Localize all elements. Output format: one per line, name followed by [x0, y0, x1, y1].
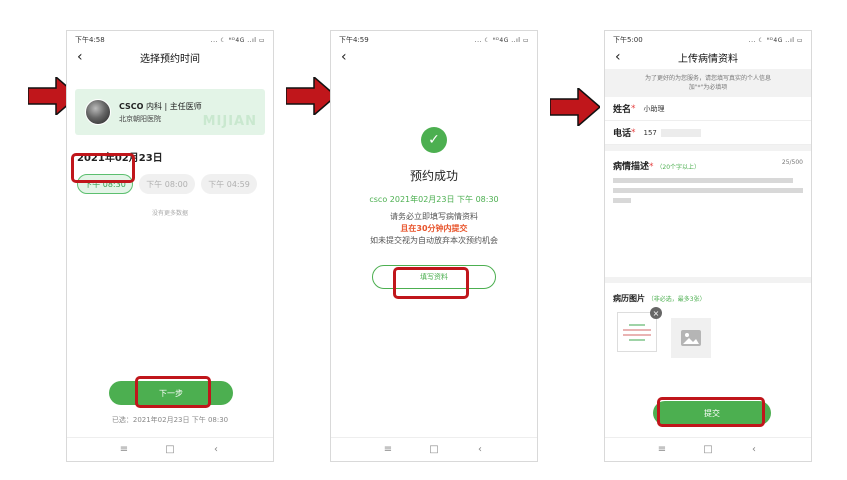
back-nav-icon[interactable]: ‹ [211, 444, 221, 455]
doctor-info: CSCO 内科 | 主任医师 北京朝阳医院 [119, 101, 202, 124]
highlight-box [135, 376, 211, 408]
remove-photo-icon[interactable]: × [650, 307, 662, 319]
status-bar: 下午4:58 ... ☾ ᴴᴰ4G ..ıl ▭ [67, 33, 273, 47]
name-value: 小助理 [643, 104, 665, 113]
status-time: 下午4:59 [339, 36, 369, 44]
menu-icon[interactable]: ≡ [383, 444, 393, 455]
status-time: 下午5:00 [613, 36, 643, 44]
photos-section: 病历图片 （非必选，最多3张） [613, 294, 706, 303]
photo-thumbnail[interactable]: × [617, 307, 662, 352]
phone-screen-booking-success: 下午4:59 ... ☾ ᴴᴰ4G ..ıl ▭ ‹ ✓ 预约成功 csco 2… [330, 30, 538, 462]
title-bar: ‹ 选择预约时间 [67, 47, 273, 67]
status-icons: ... ☾ ᴴᴰ4G ..ıl ▭ [474, 36, 529, 44]
phone-screen-upload-info: 下午5:00 ... ☾ ᴴᴰ4G ..ıl ▭ ‹ 上传病情资料 为了更好的为… [604, 30, 812, 462]
info-tip: 为了更好的为您服务，请您填写真实的个人信息 加"*"为必填项 [605, 69, 811, 97]
redacted-block [660, 128, 701, 137]
title-bar: ‹ [331, 47, 537, 67]
highlight-box [657, 397, 765, 427]
notice-text: 请务必立即填写病情资料 [390, 212, 478, 221]
menu-icon[interactable]: ≡ [119, 444, 129, 455]
success-title: 预约成功 [409, 169, 458, 183]
page-title: 上传病情资料 [678, 53, 738, 65]
phone-value: 157 [643, 128, 657, 137]
title-bar: ‹ 上传病情资料 [605, 47, 811, 67]
back-icon[interactable]: ‹ [341, 47, 347, 67]
status-bar: 下午5:00 ... ☾ ᴴᴰ4G ..ıl ▭ [605, 33, 811, 47]
success-check-icon: ✓ [421, 127, 447, 153]
add-photo-button[interactable] [671, 318, 711, 358]
menu-icon[interactable]: ≡ [657, 444, 667, 455]
name-field[interactable]: 姓名 * 小助理 [605, 97, 811, 121]
doctor-card: CSCO 内科 | 主任医师 北京朝阳医院 MIJIAN [75, 89, 265, 135]
warning-text: 如未提交视为自动放弃本次预约机会 [370, 236, 498, 245]
highlight-box [71, 153, 135, 183]
status-time: 下午4:58 [75, 36, 105, 44]
status-icons: ... ☾ ᴴᴰ4G ..ıl ▭ [748, 36, 803, 44]
char-count: 25/500 [781, 159, 803, 166]
avatar [85, 99, 111, 125]
system-nav-bar: ≡ □ ‹ [605, 437, 811, 461]
description-field[interactable]: 病情描述* （20个字以上） 25/500 [605, 151, 811, 277]
system-nav-bar: ≡ □ ‹ [67, 437, 273, 461]
back-icon[interactable]: ‹ [615, 47, 621, 67]
doctor-name: CSCO [119, 101, 144, 111]
page-title: 选择预约时间 [140, 53, 200, 65]
doctor-dept: 内科 | 主任医师 [146, 101, 202, 111]
no-more-data-text: 没有更多数据 [151, 210, 188, 217]
watermark: MIJIAN [202, 114, 257, 129]
appointment-info: csco 2021年02月23日 下午 08:30 [369, 195, 499, 204]
deadline-notice: 且在30分钟内提交 [400, 224, 468, 233]
arrow-right-icon [550, 88, 600, 126]
phone-field[interactable]: 电话 * 157 [605, 121, 811, 145]
back-nav-icon[interactable]: ‹ [475, 444, 485, 455]
time-slot[interactable]: 下午 08:00 [139, 174, 195, 194]
doctor-hospital: 北京朝阳医院 [119, 114, 161, 123]
image-icon [681, 330, 701, 346]
home-icon[interactable]: □ [429, 444, 439, 455]
system-nav-bar: ≡ □ ‹ [331, 437, 537, 461]
arrow-right-icon [286, 77, 336, 115]
selected-time-text: 已选：2021年02月23日 下午 08:30 [111, 416, 229, 424]
home-icon[interactable]: □ [165, 444, 175, 455]
status-icons: ... ☾ ᴴᴰ4G ..ıl ▭ [210, 36, 265, 44]
home-icon[interactable]: □ [703, 444, 713, 455]
phone-screen-select-time: 下午4:58 ... ☾ ᴴᴰ4G ..ıl ▭ ‹ 选择预约时间 CSCO 内… [66, 30, 274, 462]
back-icon[interactable]: ‹ [77, 47, 83, 67]
status-bar: 下午4:59 ... ☾ ᴴᴰ4G ..ıl ▭ [331, 33, 537, 47]
highlight-box [393, 267, 469, 299]
redacted-description [605, 172, 811, 203]
back-nav-icon[interactable]: ‹ [749, 444, 759, 455]
time-slot[interactable]: 下午 04:59 [201, 174, 257, 194]
